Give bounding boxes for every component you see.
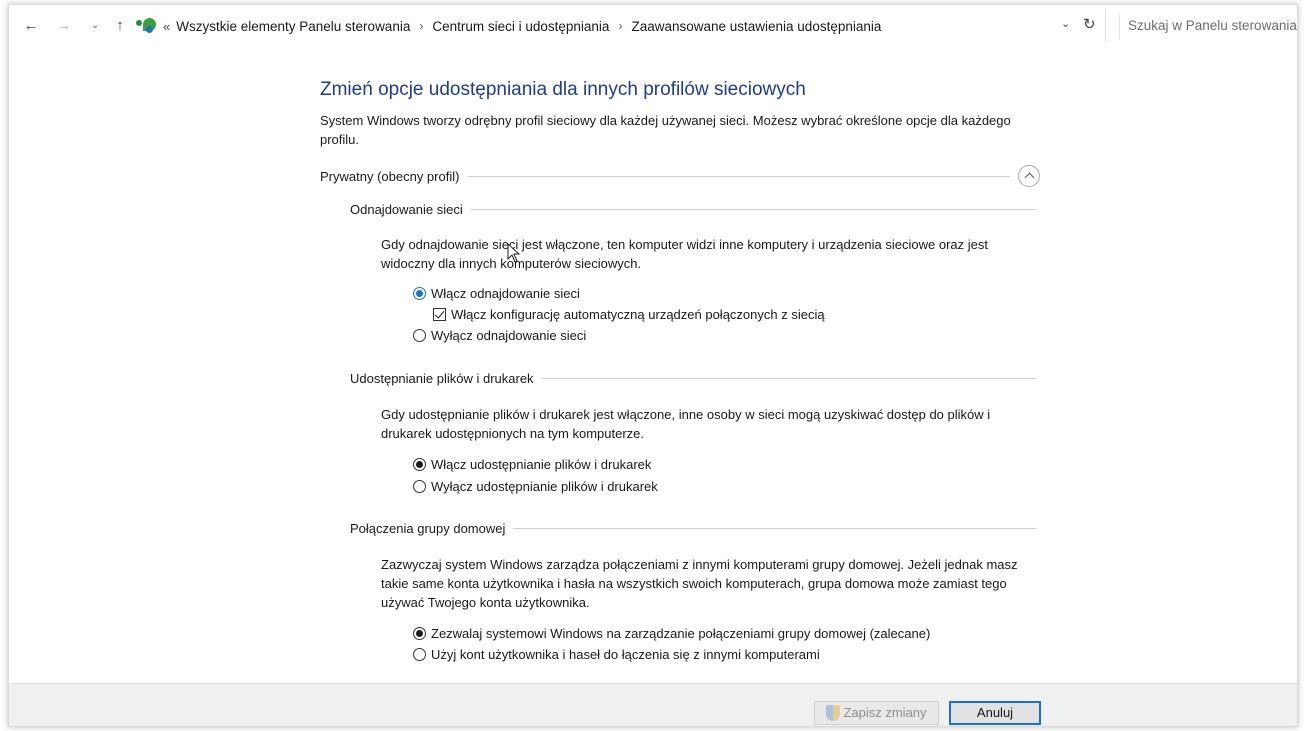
radio-network-discovery-on[interactable]: Włącz odnajdowanie sieci (413, 286, 580, 301)
divider (470, 209, 1036, 210)
divider (541, 378, 1036, 379)
profile-label: Prywatny (obecny profil) (320, 168, 460, 184)
uac-shield-icon (826, 705, 841, 721)
forward-arrow-icon[interactable]: → (54, 16, 74, 36)
breadcrumb-overflow-icon[interactable]: « (163, 19, 170, 34)
radio-homegroup-accounts[interactable]: Użyj kont użytkownika i haseł do łączeni… (413, 647, 820, 662)
radio-button[interactable] (413, 648, 426, 661)
homegroup-description: Zazwyczaj system Windows zarządza połącz… (381, 557, 1018, 610)
radio-button[interactable] (413, 480, 426, 493)
address-search-divider (1105, 9, 1106, 43)
section-network-discovery: Odnajdowanie sieci (350, 202, 1036, 217)
breadcrumb-all-control-panel-items[interactable]: Wszystkie elementy Panelu sterowania (176, 19, 410, 34)
breadcrumb-separator-icon[interactable]: › (618, 19, 622, 33)
page-title: Zmień opcje udostępniania dla innych pro… (320, 79, 806, 100)
up-arrow-icon[interactable]: ↑ (110, 16, 130, 36)
cancel-button[interactable]: Anuluj (949, 701, 1041, 725)
intro-text: System Windows tworzy odrębny profil sie… (320, 113, 1011, 147)
footer-bar: Zapisz zmiany Anuluj (9, 683, 1297, 726)
option-label: Wyłącz odnajdowanie sieci (431, 328, 587, 343)
profile-header-private[interactable]: Prywatny (obecny profil) (320, 165, 1040, 187)
recent-locations-chevron-icon[interactable]: ⌄ (85, 16, 105, 36)
radio-homegroup-windows[interactable]: Zezwalaj systemowi Windows na zarządzani… (413, 626, 930, 641)
breadcrumb-advanced-sharing-settings[interactable]: Zaawansowane ustawienia udostępniania (631, 19, 881, 34)
option-label: Wyłącz udostępnianie plików i drukarek (431, 479, 658, 494)
radio-file-sharing-off[interactable]: Wyłącz udostępnianie plików i drukarek (413, 479, 658, 494)
divider (467, 175, 1010, 177)
option-label: Włącz odnajdowanie sieci (431, 286, 580, 301)
navigation-bar: ← → ⌄ ↑ « Wszystkie elementy Panelu ster… (9, 5, 1297, 47)
network-discovery-description: Gdy odnajdowanie sieci jest włączone, te… (381, 237, 988, 271)
radio-button[interactable] (413, 329, 426, 342)
control-panel-window: ← → ⌄ ↑ « Wszystkie elementy Panelu ster… (8, 4, 1298, 727)
radio-button-checked[interactable] (413, 458, 426, 471)
mouse-cursor-icon (507, 243, 521, 263)
network-center-icon (133, 17, 159, 35)
option-label: Włącz konfigurację automatyczną urządzeń… (451, 307, 825, 322)
radio-file-sharing-on[interactable]: Włącz udostępnianie plików i drukarek (413, 457, 651, 472)
section-file-sharing: Udostępnianie plików i drukarek (350, 371, 1036, 386)
address-bar[interactable]: « Wszystkie elementy Panelu sterowania ›… (133, 13, 1098, 39)
option-label: Włącz udostępnianie plików i drukarek (431, 457, 652, 472)
refresh-icon[interactable]: ↻ (1083, 15, 1096, 33)
back-arrow-icon[interactable]: ← (21, 16, 41, 36)
file-sharing-description: Gdy udostępnianie plików i drukarek jest… (381, 407, 991, 441)
checkbox-auto-config[interactable]: Włącz konfigurację automatyczną urządzeń… (433, 307, 825, 322)
section-heading: Połączenia grupy domowej (350, 521, 506, 536)
search-input[interactable]: Szukaj w Panelu sterowania (1119, 13, 1297, 39)
section-homegroup: Połączenia grupy domowej (350, 521, 1036, 536)
collapse-chevron-up-icon[interactable] (1018, 165, 1040, 187)
radio-network-discovery-off[interactable]: Wyłącz odnajdowanie sieci (413, 328, 586, 343)
address-dropdown-chevron-icon[interactable]: ⌄ (1061, 17, 1070, 30)
section-heading: Udostępnianie plików i drukarek (350, 371, 534, 386)
main-content: Zmień opcje udostępniania dla innych pro… (9, 47, 1297, 683)
option-label: Zezwalaj systemowi Windows na zarządzani… (431, 626, 931, 641)
radio-button-checked[interactable] (413, 627, 426, 640)
option-label: Użyj kont użytkownika i haseł do łączeni… (431, 647, 820, 662)
section-heading: Odnajdowanie sieci (350, 202, 463, 217)
save-changes-button[interactable]: Zapisz zmiany (814, 701, 939, 725)
breadcrumb-separator-icon[interactable]: › (419, 19, 423, 33)
checkbox-checked[interactable] (433, 308, 446, 321)
breadcrumb-network-sharing-center[interactable]: Centrum sieci i udostępniania (432, 19, 609, 34)
divider (513, 528, 1036, 529)
radio-button-checked[interactable] (413, 287, 426, 300)
save-label: Zapisz zmiany (843, 705, 927, 720)
